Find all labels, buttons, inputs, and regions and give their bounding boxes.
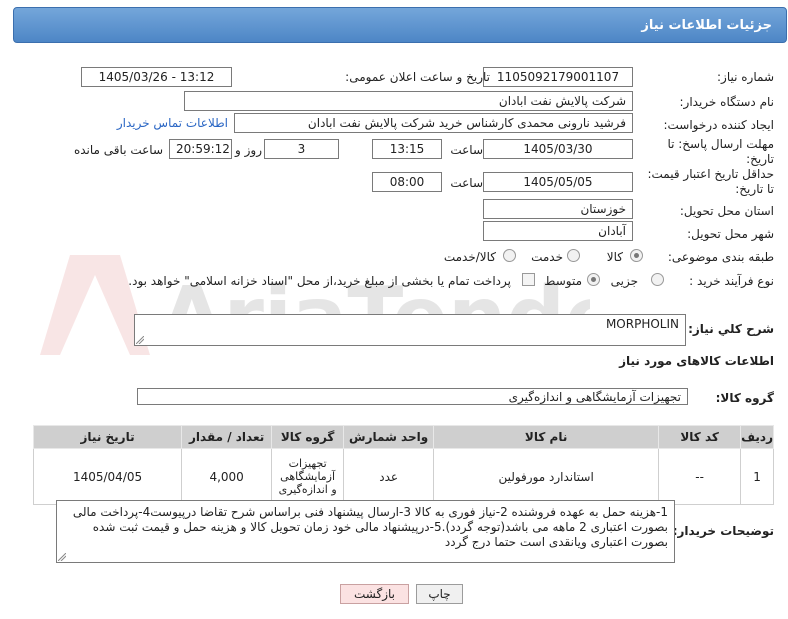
process-option-partial: جزیی [610,274,638,288]
announce-field[interactable]: 1405/03/26 - 13:12 [81,67,232,87]
buyer-notes-label: توضیحات خریدار: [672,524,774,538]
th-qty: تعداد / مقدار [181,425,273,449]
th-row: ردیف [740,425,774,449]
reply-time-field[interactable]: 13:15 [372,139,442,159]
items-table: ردیف کد کالا نام کالا واحد شمارش گروه کا… [32,425,774,505]
requester-label: ایجاد کننده درخواست: [663,118,774,132]
page-title: جزئیات اطلاعات نیاز [13,7,787,43]
announce-label: تاریخ و ساعت اعلان عمومی: [345,70,490,84]
price-validity-date-field[interactable]: 1405/05/05 [483,172,633,192]
print-button[interactable]: چاپ [416,584,463,604]
price-validity-time-label: ساعت [450,176,483,190]
city-field[interactable]: آبادان [483,221,633,241]
cell-group: تجهیزات آزمایشگاهی و اندازه‌گیری [271,448,345,505]
th-date: تاریخ نیاز [32,425,183,449]
process-radio-partial[interactable] [651,273,664,286]
cell-code: -- [658,448,742,505]
category-label: طبقه بندی موضوعی: [667,250,774,264]
category-radio-goods[interactable] [630,249,643,262]
price-validity-time-field[interactable]: 08:00 [372,172,442,192]
table-row[interactable]: 1 -- استاندارد مورفولین عدد تجهیزات آزما… [32,448,774,505]
province-field[interactable]: خوزستان [483,199,633,219]
th-code: کد کالا [658,425,742,449]
table-header-row: ردیف کد کالا نام کالا واحد شمارش گروه کا… [32,425,774,449]
category-radio-service[interactable] [567,249,580,262]
remaining-label: ساعت باقی مانده [73,143,163,157]
payment-checkbox[interactable] [522,273,535,286]
buyer-contact-link[interactable]: اطلاعات تماس خریدار [117,116,228,130]
price-validity-label: حداقل تاریخ اعتبار قیمت: تا تاریخ: [647,167,774,196]
general-desc-label: شرح کلي نياز: [688,322,774,336]
process-radio-medium[interactable] [587,273,600,286]
category-option-service: خدمت [531,250,563,264]
general-desc-field[interactable]: MORPHOLIN [134,314,686,346]
remaining-time-field[interactable]: 20:59:12 [169,139,232,159]
reply-time-label: ساعت [450,143,483,157]
city-label: شهر محل تحویل: [687,227,774,241]
resize-grip-icon[interactable] [136,336,144,344]
resize-grip-icon[interactable] [58,553,66,561]
category-radio-goods-service[interactable] [503,249,516,262]
cell-qty: 4,000 [181,448,273,505]
need-number-label: شماره نیاز: [717,70,774,84]
goods-info-title: اطلاعات کالاهای مورد نیاز [619,354,774,368]
page: جزئیات اطلاعات نیاز AriaTender.net شماره… [0,0,788,619]
buyer-org-label: نام دستگاه خریدار: [679,95,775,109]
province-label: استان محل تحویل: [679,204,774,218]
goods-group-label: گروه کالا: [715,391,774,405]
goods-group-field[interactable]: تجهیزات آزمایشگاهی و اندازه‌گیری [137,388,688,405]
reply-deadline-label: مهلت ارسال پاسخ: تا تاریخ: [667,137,774,166]
days-label: روز و [235,143,262,157]
category-option-goods: کالا [606,250,623,264]
cell-unit: عدد [343,448,435,505]
buyer-org-field[interactable]: شرکت پالایش نفت ابادان [184,91,633,111]
cell-row: 1 [740,448,774,505]
reply-date-field[interactable]: 1405/03/30 [483,139,633,159]
th-unit: واحد شمارش [343,425,435,449]
process-option-medium: متوسط [544,274,582,288]
th-name: نام کالا [433,425,660,449]
process-label: نوع فرآیند خرید : [689,274,774,288]
need-number-field[interactable]: 1105092179001107 [483,67,633,87]
buyer-notes-field[interactable]: 1-هزینه حمل به عهده فروشنده 2-نیاز فوری … [56,500,675,563]
requester-field[interactable]: فرشید نارونی محمدی کارشناس خرید شرکت پال… [234,113,633,133]
th-group: گروه کالا [271,425,345,449]
payment-note: پرداخت تمام یا بخشی از مبلغ خرید،از محل … [128,274,511,288]
back-button[interactable]: بازگشت [340,584,409,604]
cell-date: 1405/04/05 [32,448,183,505]
category-option-goods-service: کالا/خدمت [443,250,496,264]
cell-name: استاندارد مورفولین [433,448,660,505]
days-field[interactable]: 3 [264,139,339,159]
